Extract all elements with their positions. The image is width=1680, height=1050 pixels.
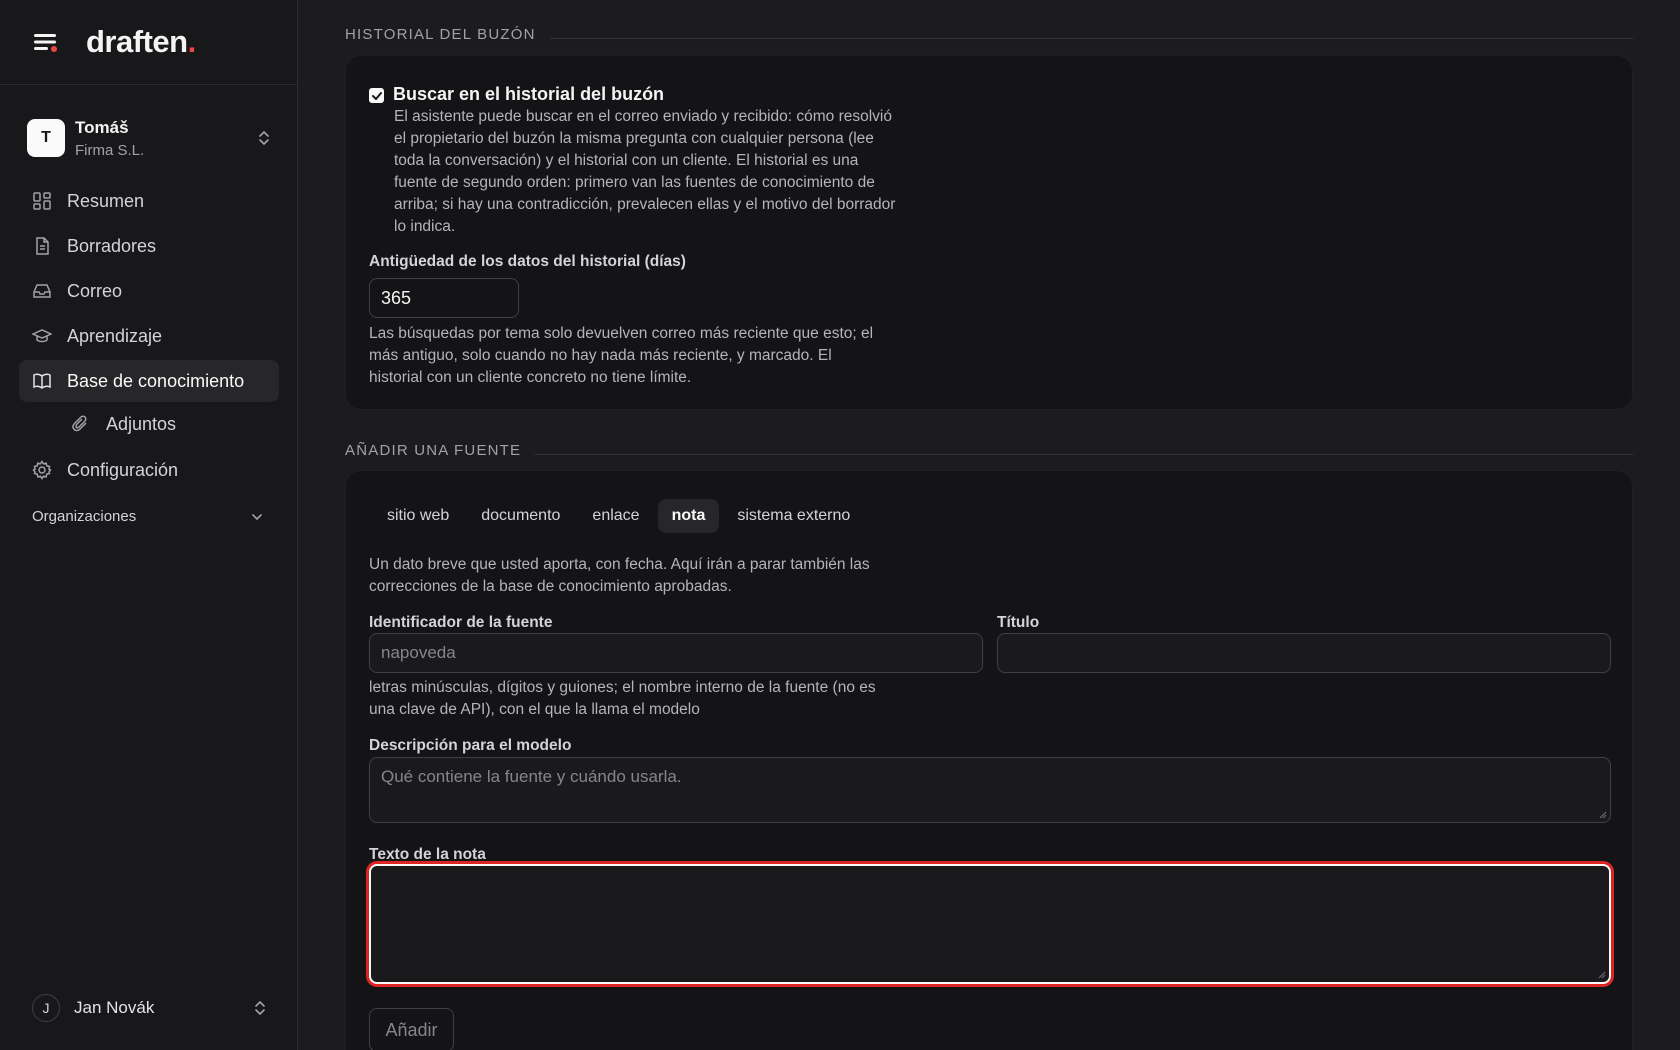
title-input[interactable] (997, 633, 1611, 673)
title-label: Título (997, 614, 1040, 631)
tab-documento[interactable]: documento (467, 499, 574, 533)
inbox-icon (33, 284, 51, 298)
nav-label: Correo (67, 280, 123, 301)
nav-item-resumen[interactable]: Resumen (19, 180, 279, 222)
nav-item-adjuntos[interactable]: Adjuntos (19, 405, 279, 443)
tab-sistema-externo[interactable]: sistema externo (723, 499, 864, 533)
description-placeholder: Qué contiene la fuente y cuándo usarla. (381, 767, 682, 786)
add-button[interactable]: Añadir (369, 1008, 454, 1050)
menu-icon[interactable] (32, 30, 60, 54)
nav-label: Base de conocimiento (67, 370, 245, 391)
tab-enlace[interactable]: enlace (578, 499, 653, 533)
source-type-tabs: sitio web documento enlace nota sistema … (373, 499, 868, 533)
resize-handle-icon[interactable] (1598, 971, 1606, 979)
history-checkbox[interactable] (369, 88, 384, 103)
section-title-add-source: AÑADIR UNA FUENTE (345, 440, 1633, 460)
note-intro: Un dato breve que usted aporta, con fech… (369, 556, 870, 595)
divider (535, 453, 1633, 455)
nav-item-configuracion[interactable]: Configuración (19, 449, 279, 491)
note-textarea[interactable] (369, 864, 1611, 984)
book-icon (33, 373, 51, 389)
description-textarea[interactable]: Qué contiene la fuente y cuándo usarla. (369, 757, 1611, 823)
section-title-text: AÑADIR UNA FUENTE (345, 441, 522, 459)
resize-handle-icon[interactable] (1599, 811, 1607, 819)
source-id-label: Identificador de la fuente (369, 614, 553, 631)
organizations-toggle[interactable]: Organizaciones (32, 508, 264, 525)
account-org: Firma S.L. (75, 141, 145, 159)
nav-label: Adjuntos (106, 413, 177, 434)
nav-label: Borradores (67, 235, 157, 256)
document-icon (36, 237, 49, 255)
section-title-history: HISTORIAL DEL BUZÓN (345, 24, 1633, 44)
nav-item-aprendizaje[interactable]: Aprendizaje (19, 315, 279, 357)
history-checkbox-row[interactable]: Buscar en el historial del buzón (369, 84, 664, 105)
age-label: Antigüedad de los datos del historial (d… (369, 253, 686, 270)
account-avatar: T (27, 119, 65, 157)
account-name: Tomáš (75, 117, 129, 137)
divider (549, 37, 1633, 39)
nav-label: Configuración (67, 459, 179, 480)
main-nav: Resumen Borradores Correo Aprendizaje Ba… (19, 180, 279, 494)
checkmark-icon (371, 91, 382, 100)
nav-label: Resumen (67, 190, 145, 211)
nav-item-base-de-conocimiento[interactable]: Base de conocimiento (19, 360, 279, 402)
sidebar: draften. T Tomáš Firma S.L. Resumen Borr… (0, 0, 298, 1050)
history-panel: Buscar en el historial del buzón El asis… (345, 55, 1633, 410)
grid-icon (33, 192, 51, 210)
paperclip-icon (72, 415, 87, 432)
history-description: El asistente puede buscar en el correo e… (394, 108, 896, 235)
user-menu[interactable]: J Jan Novák (32, 993, 268, 1023)
source-id-input[interactable]: napoveda (369, 633, 983, 673)
organizations-label: Organizaciones (32, 508, 137, 525)
tab-sitio-web[interactable]: sitio web (373, 499, 463, 533)
logo[interactable]: draften. (86, 24, 196, 60)
nav-label: Aprendizaje (67, 325, 163, 346)
user-avatar: J (32, 994, 60, 1022)
description-label: Descripción para el modelo (369, 737, 572, 754)
nav-item-borradores[interactable]: Borradores (19, 225, 279, 267)
age-input[interactable]: 365 (369, 278, 519, 318)
history-checkbox-label[interactable]: Buscar en el historial del buzón (393, 84, 664, 105)
chevron-down-icon (252, 513, 262, 520)
nav-item-correo[interactable]: Correo (19, 270, 279, 312)
user-name: Jan Novák (74, 998, 155, 1017)
chevron-up-down-icon (259, 131, 269, 145)
source-id-help: letras minúsculas, dígitos y guiones; el… (369, 679, 876, 718)
note-text-label: Texto de la nota (369, 846, 486, 863)
account-switcher[interactable]: T Tomáš Firma S.L. (27, 117, 272, 159)
section-title-text: HISTORIAL DEL BUZÓN (345, 25, 536, 43)
chevron-up-down-icon (255, 1001, 265, 1015)
tab-nota[interactable]: nota (657, 499, 720, 533)
add-source-panel: sitio web documento enlace nota sistema … (345, 470, 1633, 1050)
graduation-cap-icon (32, 329, 52, 343)
sidebar-header: draften. (0, 0, 297, 85)
gear-icon (32, 460, 52, 480)
age-help: Las búsquedas por tema solo devuelven co… (369, 325, 874, 386)
